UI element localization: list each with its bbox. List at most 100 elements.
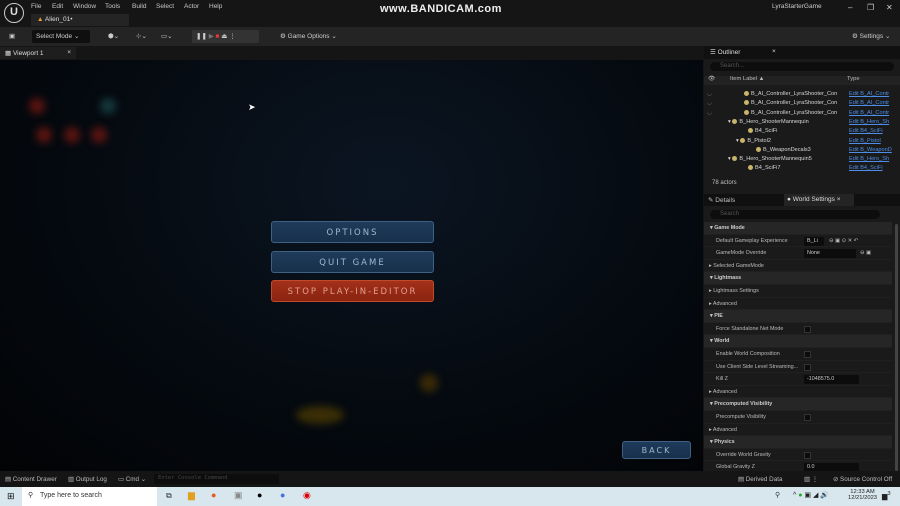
tab-viewport-1[interactable]: ▦ Viewport 1 × [0,47,76,59]
details-row[interactable]: ▸ Selected GameMode [704,260,892,273]
type-link[interactable]: Edit B_Hero_Sh [849,156,892,162]
column-type[interactable]: Type [847,76,860,82]
game-options-dropdown[interactable]: ⚙ Game Options ⌄ [276,30,341,43]
details-section[interactable]: ▾ World [704,335,892,348]
value-field[interactable]: B_Li [804,236,824,246]
details-section[interactable]: ▾ Lightmass [704,272,892,285]
app-icon[interactable]: ▣ [234,490,243,501]
menu-edit[interactable]: Edit [52,3,63,10]
derived-data-button[interactable]: ▤ Derived Data [738,476,782,483]
blueprint-icon[interactable]: ⊹⌄ [132,30,151,43]
menu-file[interactable]: File [31,3,41,10]
checkbox[interactable] [804,451,811,459]
unreal-logo[interactable]: U [4,3,24,23]
close-icon[interactable]: × [772,48,776,55]
tab-details[interactable]: ✎ Details [708,196,735,204]
bandicam-icon[interactable]: ◉ [303,490,311,501]
details-search-input[interactable]: Search [710,210,880,219]
stop-icon[interactable]: ■ [216,33,220,40]
property-action-icons[interactable]: ⊖ ▣ ⊙ ✕ ↶ [829,235,858,248]
value-field[interactable]: 0.0 [804,463,859,471]
menu-help[interactable]: Help [209,3,222,10]
restore-icon[interactable]: ❐ [867,3,874,12]
property-action-icons[interactable]: ⊖ ▣ [860,247,871,260]
details-section[interactable]: ▾ Physics [704,436,892,449]
menu-select[interactable]: Select [156,3,174,10]
discord-icon[interactable]: ● [280,490,285,500]
outliner-search-input[interactable]: Search... [710,62,894,71]
details-row[interactable]: ▸ Advanced [704,424,892,437]
content-drawer-button[interactable]: ▤ Content Drawer [5,476,57,483]
type-link[interactable]: Edit B_Hero_Sh [849,119,892,125]
close-icon[interactable]: × [67,49,71,56]
console-input[interactable]: Enter Console Command [154,474,279,484]
minimize-icon[interactable]: – [848,3,852,12]
value-field[interactable]: None [804,249,856,259]
back-button[interactable]: BACK [622,441,691,459]
type-link[interactable]: Edit B4_SciFi [849,128,892,134]
checkbox[interactable] [804,325,811,333]
menu-actor[interactable]: Actor [184,3,199,10]
more-icon[interactable]: ⋮ [229,33,236,40]
task-view-icon[interactable]: ⧉ [166,491,172,501]
outliner-row[interactable]: B4_SciFi7 Edit B4_SciFi [704,165,892,174]
details-row[interactable]: ▸ Lightmass Settings [704,285,892,298]
unreal-taskbar-icon[interactable]: ● [257,490,262,500]
source-control-button[interactable]: ⊘ Source Control Off [833,476,892,483]
visibility-icon[interactable]: ◡ [707,100,712,106]
cmd-dropdown[interactable]: ▭ Cmd ⌄ [118,476,146,483]
status-icons[interactable]: ▥ ⋮ [804,476,818,483]
outliner-row[interactable]: ▾ B_Pistol2 Edit B_Pistol [704,138,892,147]
details-row[interactable]: ▸ Advanced [704,386,892,399]
quit-game-button[interactable]: QUIT GAME [271,251,434,273]
outliner-row[interactable]: ◡ B_AI_Controller_LyraShooter_Con Edit B_A… [704,91,892,100]
type-link[interactable]: Edit B_AI_Contr [849,100,892,106]
details-section[interactable]: ▾ Game Mode [704,222,892,235]
tab-world-settings[interactable]: ● World Settings × [784,194,854,206]
details-section[interactable]: ▾ PIE [704,310,892,323]
type-link[interactable]: Edit B_AI_Contr [849,110,892,116]
clock[interactable]: 12:33 AM 12/21/2023 [848,489,877,501]
close-icon[interactable]: ✕ [886,3,893,12]
value-field[interactable]: -1048575.0 [804,375,859,385]
checkbox[interactable] [804,414,811,421]
add-actor-icon[interactable]: ⬢⌄ [104,30,123,43]
eject-icon[interactable]: ⏏ [221,33,227,40]
tray-icons[interactable]: ^ ● ▣ ◢ 🔊 [793,491,829,499]
checkbox[interactable] [804,363,811,371]
menu-build[interactable]: Build [132,3,146,10]
details-section[interactable]: ▾ Precomputed Visibility [704,398,892,411]
visibility-icon[interactable]: ◡ [707,91,712,97]
outliner-row[interactable]: ◡ B_AI_Controller_LyraShooter_Con Edit B_A… [704,100,892,109]
eye-icon[interactable]: 👁 [708,76,715,82]
type-link[interactable]: Edit B_Pistol [849,138,892,144]
step-icon[interactable]: ▶ [209,33,214,40]
level-tab[interactable]: ▲ Alien_01• [31,14,129,26]
output-log-button[interactable]: ▥ Output Log [68,476,107,483]
pause-icon[interactable]: ❚❚ [196,33,207,40]
settings-button[interactable]: ⚙ Settings ⌄ [848,30,894,43]
type-link[interactable]: Edit B_AI_Contr [849,91,892,97]
options-button[interactable]: OPTIONS [271,221,434,243]
menu-window[interactable]: Window [73,3,96,10]
select-mode-dropdown[interactable]: Select Mode ⌄ [32,30,90,43]
cinematics-icon[interactable]: ▭⌄ [157,30,177,43]
details-row[interactable]: ▸ Advanced [704,298,892,311]
taskbar-search-input[interactable]: ⚲ Type here to search [22,487,157,506]
notifications-icon[interactable]: ▆3 [882,491,891,500]
visibility-icon[interactable]: ◡ [707,110,712,116]
people-icon[interactable]: ⚲ [775,491,780,499]
outliner-row[interactable]: B_WeaponDecals3 Edit B_WeaponD [704,147,892,156]
menu-tools[interactable]: Tools [105,3,120,10]
outliner-row[interactable]: ◡ B_AI_Controller_LyraShooter_Con Edit B_A… [704,110,892,119]
outliner-row[interactable]: B4_SciFi Edit B4_SciFi [704,128,892,137]
column-item-label[interactable]: Item Label ▲ [730,76,764,82]
checkbox[interactable] [804,351,811,358]
type-link[interactable]: Edit B_WeaponD [849,147,892,153]
outliner-row[interactable]: ▾ B_Hero_ShooterMannequin Edit B_Hero_Sh [704,119,892,128]
save-icon[interactable]: ▣ [5,30,19,43]
tab-outliner[interactable]: ☰ Outliner × [704,46,900,59]
type-link[interactable]: Edit B4_SciFi [849,165,892,171]
details-scrollbar[interactable] [895,224,898,471]
stop-play-in-editor-button[interactable]: STOP PLAY-IN-EDITOR [271,280,434,302]
